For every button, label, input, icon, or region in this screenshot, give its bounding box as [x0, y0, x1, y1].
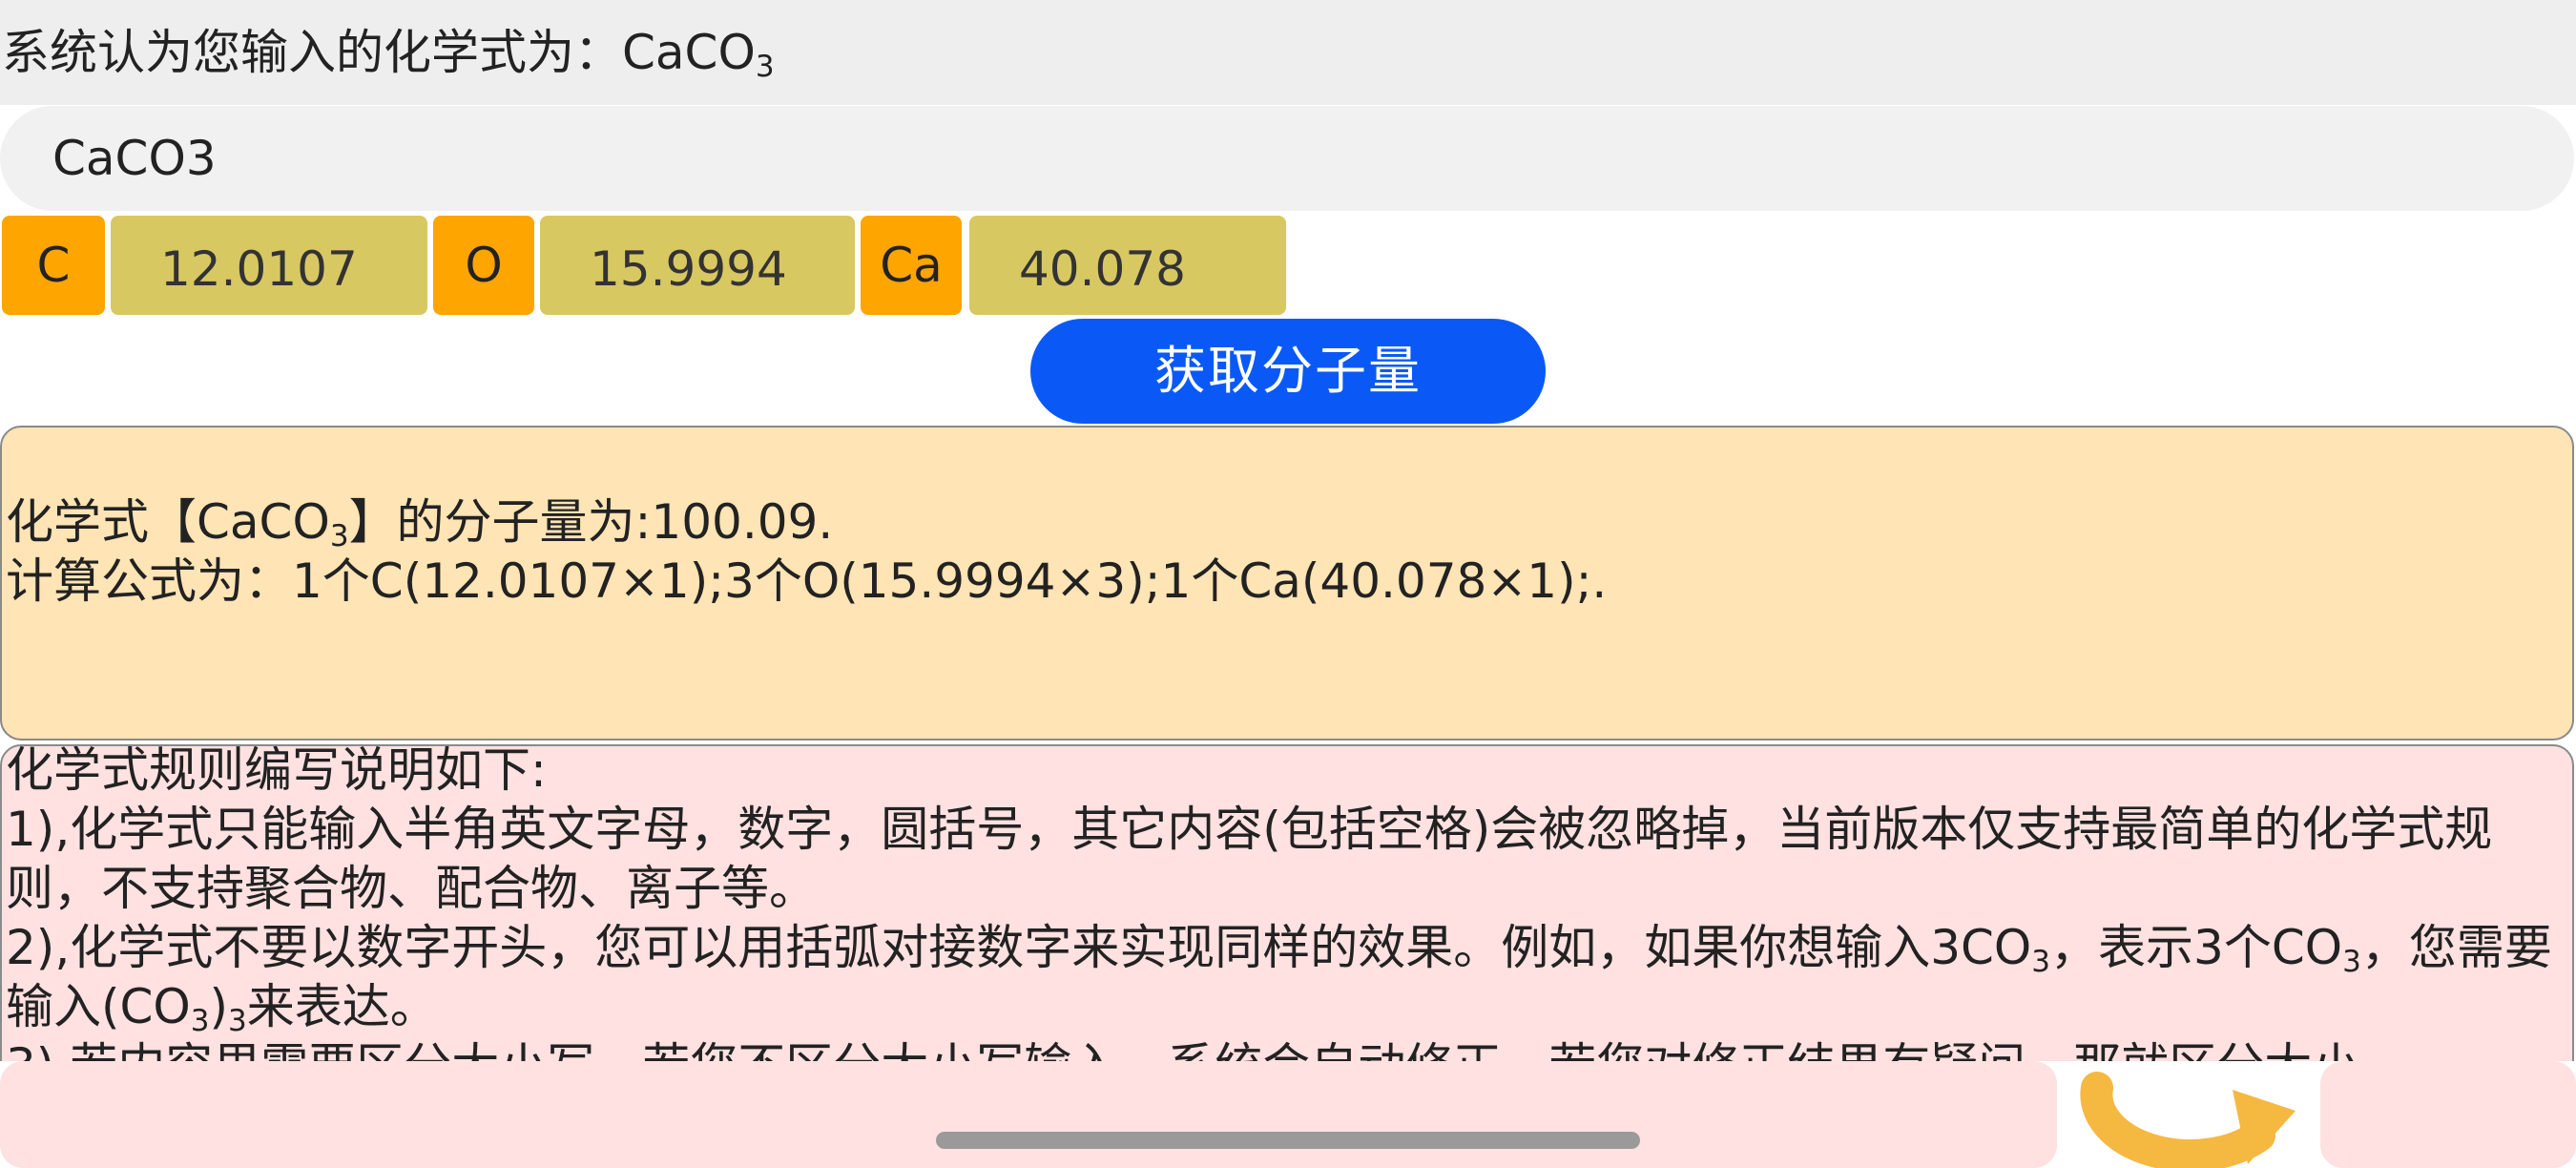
help-title: 化学式规则编写说明如下:	[6, 744, 547, 798]
element-mass-ca[interactable]: 40.078	[969, 216, 1286, 315]
result-formula-breakdown: 计算公式为：1个C(12.0107×1);3个O(15.9994×3);1个Ca…	[6, 553, 1608, 609]
element-symbol-c: C	[2, 216, 105, 315]
result-molecular-weight: 化学式【CaCO3】的分子量为:100.09.	[6, 494, 834, 553]
help-rule-1: 1),化学式只能输入半角英文字母，数字，圆括号，其它内容(包括空格)会被忽略掉，…	[6, 802, 2493, 916]
get-molecular-weight-button[interactable]: 获取分子量	[1030, 319, 1546, 424]
app-screen: 系统认为您输入的化学式为：CaCO3 C 12.0107 O 15.9994 C…	[0, 0, 2576, 1168]
bottom-right-panel	[2320, 1061, 2576, 1168]
help-text: 化学式规则编写说明如下: 1),化学式只能输入半角英文字母，数字，圆括号，其它内…	[6, 744, 2572, 1095]
home-indicator[interactable]	[936, 1132, 1640, 1149]
recognized-formula-bar: 系统认为您输入的化学式为：CaCO3	[0, 0, 2576, 105]
result-panel: 化学式【CaCO3】的分子量为:100.09. 计算公式为：1个C(12.010…	[0, 426, 2574, 740]
bottom-bar	[0, 1061, 2576, 1168]
refresh-icon	[2080, 1072, 2296, 1168]
element-mass-row: C 12.0107 O 15.9994 Ca 40.078	[0, 216, 1336, 317]
formula-input[interactable]	[0, 106, 2574, 211]
help-rule-2: 2),化学式不要以数字开头，您可以用括弧对接数字来实现同样的效果。例如，如果你想…	[6, 920, 2552, 1038]
element-mass-o[interactable]: 15.9994	[540, 216, 855, 315]
refresh-button[interactable]	[2061, 1061, 2316, 1168]
bottom-left-panel	[0, 1061, 2057, 1168]
element-mass-c[interactable]: 12.0107	[111, 216, 427, 315]
recognized-formula-text: 系统认为您输入的化学式为：CaCO3	[2, 25, 775, 84]
element-symbol-o: O	[433, 216, 534, 315]
element-symbol-ca: Ca	[861, 216, 962, 315]
